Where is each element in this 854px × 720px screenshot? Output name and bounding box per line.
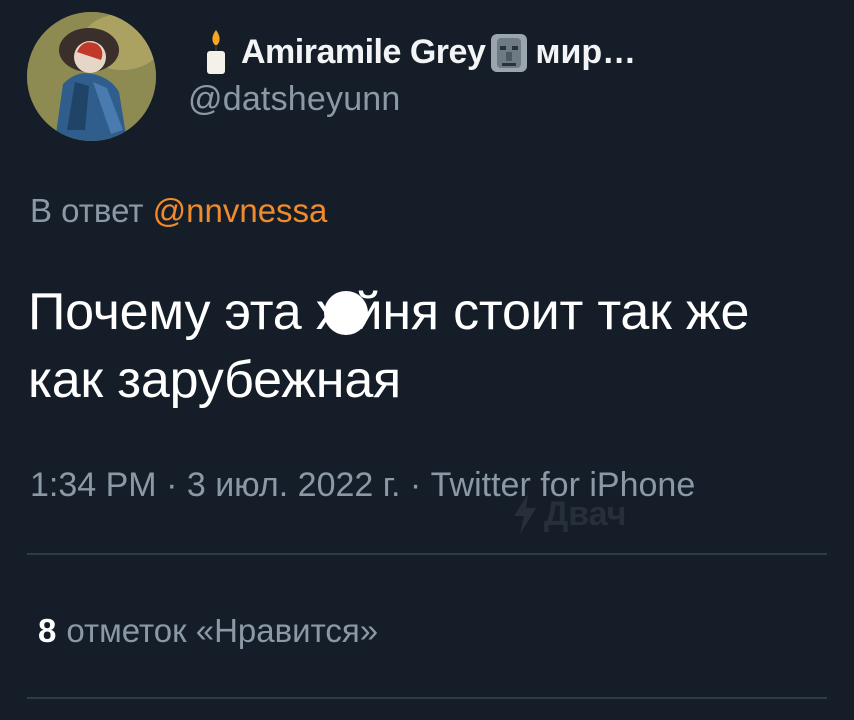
reply-context: В ответ @nnvnessa bbox=[30, 192, 327, 230]
reply-prefix: В ответ bbox=[30, 192, 144, 229]
tweet-detail-screen: Amiramile Grey мир… @datsheyunn В ответ … bbox=[0, 0, 854, 720]
watermark-text: Двач bbox=[544, 494, 627, 533]
divider-bottom bbox=[27, 697, 827, 699]
display-name-suffix: мир… bbox=[535, 32, 637, 71]
likes-count: 8 bbox=[38, 612, 57, 649]
bolt-icon bbox=[514, 494, 536, 534]
candle-icon bbox=[207, 30, 225, 74]
user-handle[interactable]: @datsheyunn bbox=[188, 80, 401, 119]
moai-icon bbox=[491, 34, 528, 72]
display-name: Amiramile Grey bbox=[241, 32, 486, 71]
avatar[interactable] bbox=[27, 12, 156, 141]
divider-top bbox=[27, 553, 827, 555]
avatar-photo bbox=[27, 12, 156, 141]
tweet-text: Почему эта х йня стоит так же как зарубеж… bbox=[28, 278, 828, 414]
watermark: Двач bbox=[512, 494, 626, 534]
likes-row[interactable]: 8 отметок «Нравится» bbox=[38, 612, 378, 650]
reply-mention-link[interactable]: @nnvnessa bbox=[153, 192, 328, 229]
censor-dot bbox=[323, 291, 368, 335]
tweet-text-part-1: Почему эта х bbox=[28, 283, 342, 341]
likes-label: отметок «Нравится» bbox=[66, 612, 379, 649]
display-name-row[interactable]: Amiramile Grey мир… bbox=[203, 26, 636, 78]
